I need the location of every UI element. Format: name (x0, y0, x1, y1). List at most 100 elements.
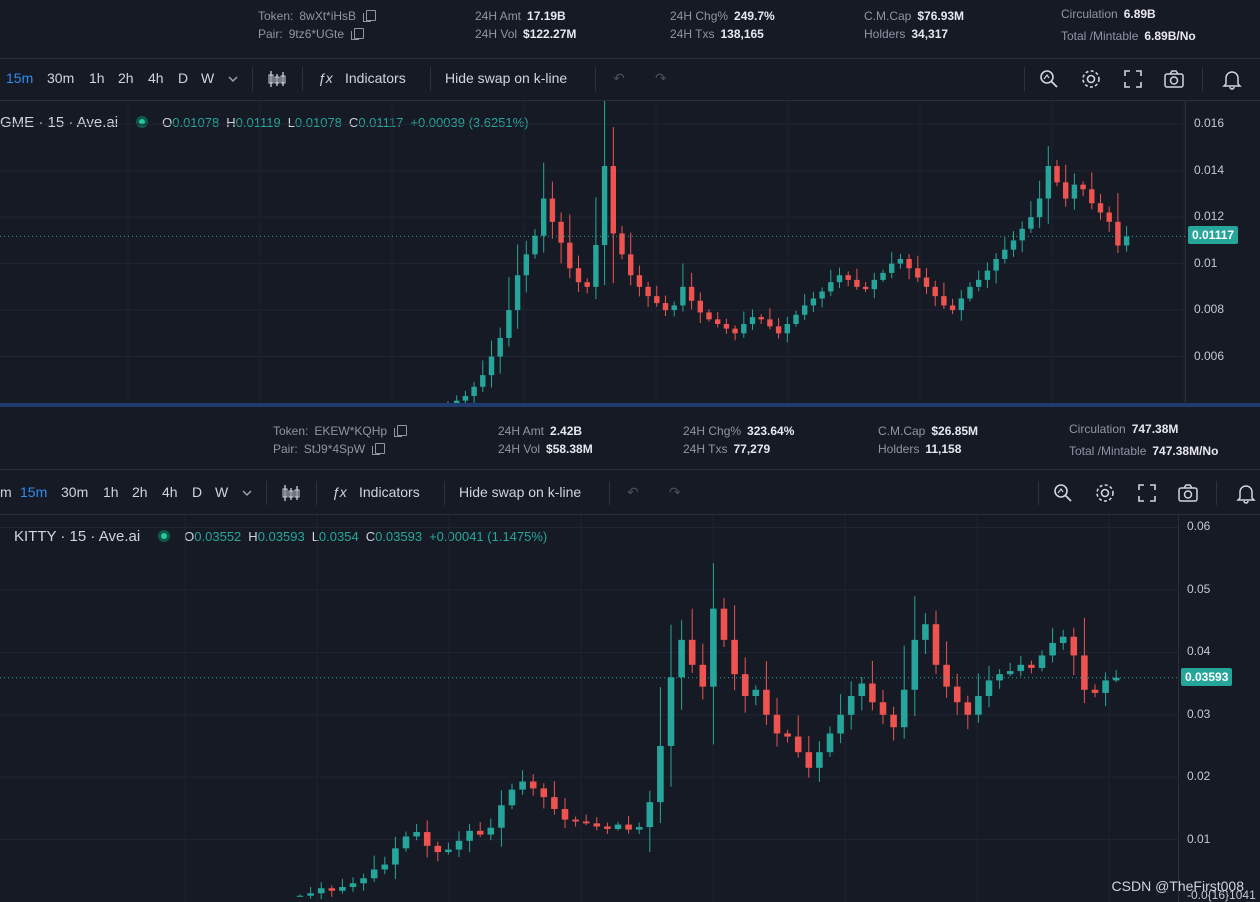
copy-icon[interactable] (351, 28, 365, 40)
candle (784, 324, 790, 334)
interval-4h[interactable]: 4h (148, 70, 164, 86)
chg-label: 24H Chg% (670, 9, 729, 23)
token-stat: Token: 8wXt*iHsB (258, 9, 377, 23)
candle (915, 268, 921, 278)
candle (889, 263, 895, 273)
cap-label: C.M.Cap (864, 9, 912, 23)
price-tick-label: 0.03 (1187, 706, 1211, 721)
txs-value: 138,165 (720, 27, 764, 41)
candle (339, 887, 346, 891)
interval-2h[interactable]: 2h (118, 70, 134, 86)
interval-1h[interactable]: 1h (103, 484, 119, 500)
gear-icon[interactable] (1080, 68, 1102, 90)
candle (941, 296, 947, 306)
candle (706, 312, 712, 320)
indicators-button[interactable]: Indicators (345, 70, 406, 86)
fullscreen-icon[interactable] (1122, 68, 1144, 90)
candle (1106, 212, 1112, 222)
candle (529, 781, 537, 789)
interval-d[interactable]: D (178, 70, 188, 86)
copy-icon[interactable] (394, 425, 408, 437)
undo-icon[interactable]: ↶ (627, 484, 639, 501)
candle (858, 683, 866, 697)
interval-2h[interactable]: 2h (132, 484, 148, 500)
candle (699, 664, 707, 687)
candle (773, 714, 781, 734)
candle (932, 286, 938, 297)
undo-icon[interactable]: ↶ (613, 70, 625, 87)
fullscreen-icon[interactable] (1136, 482, 1158, 504)
camera-icon[interactable] (1163, 68, 1185, 90)
interval-w[interactable]: W (215, 484, 228, 500)
candle (360, 878, 367, 884)
indicators-button[interactable]: Indicators (359, 484, 420, 500)
candle (575, 268, 582, 283)
copy-icon[interactable] (372, 443, 386, 455)
interval-30m[interactable]: 30m (61, 484, 88, 500)
candle (540, 788, 548, 798)
candle (614, 824, 622, 829)
candle (645, 286, 651, 297)
candlestick-chart-kitty[interactable] (0, 515, 1178, 902)
gear-icon[interactable] (1094, 482, 1116, 504)
candle (370, 869, 378, 879)
price-tick-label: 0.06 (1187, 519, 1211, 534)
redo-icon[interactable]: ↷ (669, 484, 681, 501)
interval-30m[interactable]: 30m (47, 70, 74, 86)
hide-swap-button[interactable]: Hide swap on k-line (459, 484, 581, 500)
candle (434, 845, 442, 853)
candles-icon[interactable] (280, 482, 302, 504)
candle (871, 279, 877, 290)
candle (826, 733, 834, 753)
candle (763, 689, 770, 715)
price-axis: 0.06 0.05 0.04 0.03 0.02 0.01 -0.0{16}1041 0.03… (1178, 515, 1260, 902)
candle (862, 286, 869, 290)
candle (794, 736, 802, 753)
candle (519, 781, 526, 790)
candle (1063, 182, 1069, 199)
watermark: CSDN @TheFirst008 (1111, 878, 1244, 894)
hide-swap-button[interactable]: Hide swap on k-line (445, 70, 567, 86)
amt-label: 24H Amt (475, 9, 522, 23)
candles-icon[interactable] (266, 68, 288, 90)
txs-label: 24H Txs (683, 442, 728, 456)
bell-icon[interactable] (1235, 482, 1257, 504)
candle (423, 832, 431, 846)
interval-4h[interactable]: 4h (162, 484, 178, 500)
interval-w[interactable]: W (201, 70, 214, 86)
interval-1h[interactable]: 1h (89, 70, 105, 86)
zoom-search-icon[interactable] (1052, 482, 1074, 504)
candle (900, 689, 908, 728)
candle (836, 275, 843, 283)
bell-icon[interactable] (1221, 68, 1243, 90)
candle (688, 286, 695, 301)
candle (932, 624, 940, 665)
candle (1115, 221, 1121, 246)
interval-d[interactable]: D (192, 484, 202, 500)
copy-icon[interactable] (363, 10, 377, 22)
cap-stat: C.M.Cap $26.85M (878, 424, 978, 438)
candle (497, 337, 503, 357)
fx-icon[interactable]: ƒx (332, 484, 347, 500)
pair-stat: Pair: StJ9*4SpW (273, 442, 386, 456)
chevron-down-icon[interactable] (240, 486, 254, 500)
fx-icon[interactable]: ƒx (318, 70, 333, 86)
candle (1102, 680, 1109, 693)
candle (476, 830, 484, 835)
vol-label: 24H Vol (475, 27, 518, 41)
candle (816, 752, 823, 768)
interval-m[interactable]: m (0, 484, 12, 500)
interval-15m[interactable]: 15m (20, 484, 47, 500)
candle (1028, 664, 1035, 668)
interval-15m[interactable]: 15m (6, 70, 33, 86)
candle (646, 802, 654, 828)
camera-icon[interactable] (1177, 482, 1199, 504)
candle (572, 819, 579, 822)
chevron-down-icon[interactable] (226, 72, 240, 86)
candle (317, 888, 325, 894)
candlestick-chart-gme[interactable] (0, 101, 1185, 403)
circ-value: 747.38M (1131, 422, 1179, 436)
redo-icon[interactable]: ↷ (655, 70, 667, 87)
zoom-search-icon[interactable] (1038, 68, 1060, 90)
holders-value: 34,317 (911, 27, 949, 41)
